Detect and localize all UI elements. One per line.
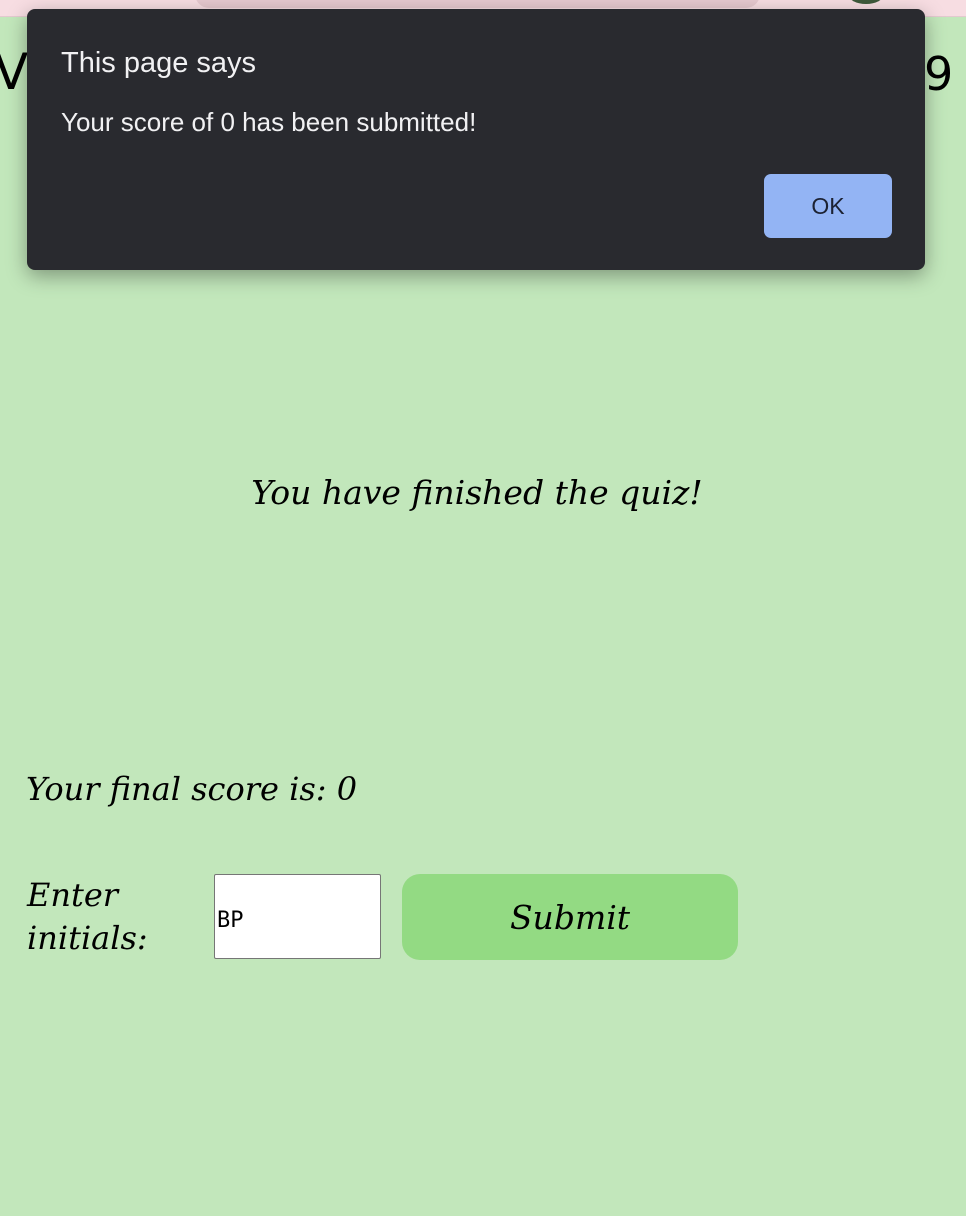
header-right-text: 9 — [924, 47, 954, 101]
dialog-message: Your score of 0 has been submitted! — [61, 107, 477, 137]
final-score-text: Your final score is: 0 — [26, 770, 358, 808]
header-left-text: V — [0, 43, 29, 101]
initials-input[interactable] — [214, 874, 381, 959]
browser-address-bar[interactable] — [195, 0, 760, 8]
dialog-title: This page says — [61, 47, 257, 79]
initials-label: Enter initials: — [27, 876, 148, 957]
ok-button[interactable]: OK — [764, 174, 892, 238]
alert-dialog: This page says Your score of 0 has been … — [27, 9, 925, 270]
browser-profile-icon[interactable] — [848, 0, 884, 4]
quiz-finished-message: You have finished the quiz! — [251, 473, 703, 512]
submit-button[interactable]: Submit — [402, 874, 738, 960]
